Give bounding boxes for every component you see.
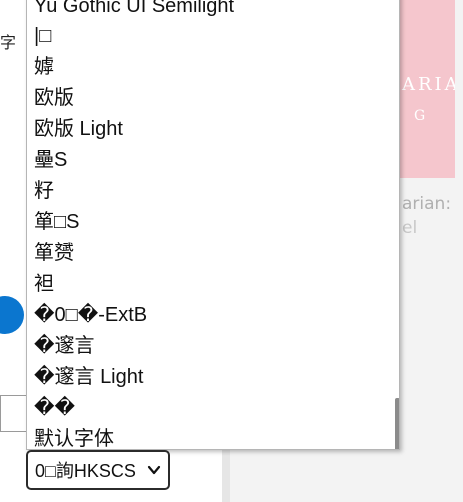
cover-title-text: ARIAN <box>402 74 455 95</box>
font-option[interactable]: 默认字体 <box>34 424 114 449</box>
font-option[interactable]: 壘S <box>34 145 67 176</box>
font-select[interactable]: 0□詢HKSCS <box>26 450 170 490</box>
font-option[interactable]: �� <box>34 393 75 424</box>
font-option[interactable]: Yu Gothic UI Semilight <box>34 0 234 22</box>
radio-button-selected[interactable] <box>0 296 24 334</box>
font-option[interactable]: 欧版 <box>34 83 74 114</box>
font-option[interactable]: 嫭 <box>34 52 54 83</box>
input-border-left <box>0 395 1 432</box>
dropdown-scrollbar-thumb[interactable] <box>395 398 399 449</box>
label-glyph: 字 <box>0 33 17 52</box>
book-cover-image[interactable]: ARIAN G <box>398 0 455 178</box>
font-dropdown-list[interactable]: Yu Gothic UI Semilight |□ 嫭 欧版 欧版 Light … <box>26 0 400 450</box>
font-option[interactable]: �邃言 Light <box>34 362 143 393</box>
font-option[interactable]: 箪赟 <box>34 238 74 269</box>
font-option[interactable]: |□ <box>34 21 51 52</box>
book-subtitle: el <box>402 218 418 238</box>
font-option[interactable]: 袒 <box>34 269 54 300</box>
font-option[interactable]: 箪□S <box>34 207 79 238</box>
cover-subtitle-text: G <box>414 108 428 124</box>
font-option[interactable]: �邃言 <box>34 331 95 362</box>
font-option[interactable]: 欧版 Light <box>34 114 123 145</box>
font-select-value: 0□詢HKSCS <box>35 461 136 481</box>
book-title[interactable]: arian: <box>402 194 451 214</box>
font-option[interactable]: �0□�-ExtB <box>34 300 147 331</box>
chevron-down-icon <box>147 465 161 475</box>
font-option[interactable]: 籽 <box>34 176 54 207</box>
